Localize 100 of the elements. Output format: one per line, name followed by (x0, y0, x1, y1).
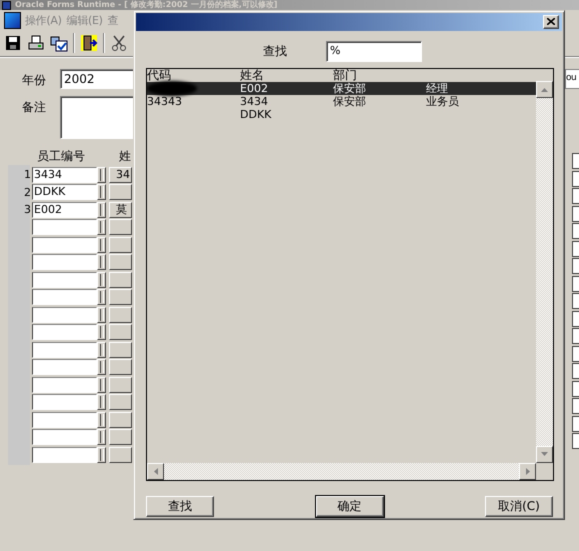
list-button[interactable] (97, 289, 106, 305)
text-field[interactable] (572, 433, 579, 449)
employee-id-field[interactable] (32, 394, 97, 410)
text-field[interactable] (572, 188, 579, 204)
scroll-left-button[interactable] (147, 462, 164, 480)
name-field[interactable] (109, 376, 132, 392)
list-row[interactable]: E002 保安部 经理 (147, 82, 536, 96)
employee-id-field[interactable] (32, 359, 97, 375)
employee-id-field[interactable] (32, 324, 97, 340)
list-button[interactable] (97, 202, 106, 218)
column-header: 姓 (119, 148, 131, 164)
name-field[interactable] (109, 412, 132, 428)
scroll-down-button[interactable] (536, 446, 553, 463)
text-field[interactable] (572, 153, 579, 169)
employee-id-field[interactable] (32, 306, 97, 322)
text-field[interactable] (572, 170, 579, 186)
employee-id-field[interactable] (32, 446, 97, 462)
name-field[interactable] (109, 254, 132, 270)
list-button[interactable] (97, 184, 106, 200)
name-field[interactable] (109, 446, 132, 462)
text-field[interactable] (572, 346, 579, 362)
text-field[interactable] (572, 398, 579, 414)
text-field[interactable] (572, 293, 579, 309)
app-icon (2, 0, 11, 10)
name-field[interactable] (109, 359, 132, 375)
employee-id-field[interactable] (32, 272, 97, 288)
name-field[interactable] (109, 306, 132, 322)
down-arrow-icon (541, 452, 548, 456)
checklist-icon[interactable] (50, 34, 68, 52)
employee-id-field[interactable] (32, 429, 97, 445)
list-button[interactable] (97, 446, 106, 462)
list-button[interactable] (97, 324, 106, 340)
name-field[interactable] (109, 219, 132, 235)
row-number: 1 (23, 168, 32, 181)
name-field[interactable] (109, 184, 132, 200)
name-field[interactable] (109, 289, 132, 305)
text-field[interactable] (572, 258, 579, 274)
dialog-button[interactable]: 确定 (316, 496, 384, 517)
list-row[interactable]: DDKK (147, 108, 536, 122)
employee-id-field[interactable] (32, 219, 97, 235)
text-field[interactable] (572, 363, 579, 379)
list-button[interactable] (97, 359, 106, 375)
dialog-button[interactable]: 取消(C) (485, 496, 553, 517)
list-button[interactable] (97, 166, 106, 182)
employee-id-field[interactable] (32, 236, 97, 252)
exit-door-icon[interactable] (80, 34, 98, 52)
column-header: 姓名 (240, 69, 265, 82)
employee-id-field[interactable] (32, 289, 97, 305)
name-field[interactable] (109, 324, 132, 340)
employee-id-field[interactable]: E002 (32, 202, 97, 218)
text-field[interactable] (572, 240, 579, 256)
list-button[interactable] (97, 306, 106, 322)
name-field[interactable] (109, 394, 132, 410)
list-button[interactable] (97, 254, 106, 270)
list-button[interactable] (97, 236, 106, 252)
field-label: 备注 (21, 99, 47, 116)
app-icon (4, 12, 21, 28)
name-field[interactable] (109, 429, 132, 445)
list-cell-text: 保安部 (333, 82, 367, 96)
name-field[interactable]: 34 (109, 166, 132, 182)
dialog-button[interactable]: 查找 (146, 496, 214, 517)
list-cell-text: 3434 (240, 95, 269, 108)
name-field[interactable] (109, 236, 132, 252)
vertical-scrollbar[interactable] (536, 81, 553, 463)
employee-id-field[interactable]: DDKK (32, 184, 97, 200)
name-field[interactable] (109, 272, 132, 288)
field-label: 年份 (21, 72, 47, 89)
employee-id-field[interactable] (32, 376, 97, 392)
text-field[interactable] (572, 223, 579, 239)
name-field[interactable] (109, 342, 132, 358)
list-button[interactable] (97, 272, 106, 288)
text-field[interactable] (572, 380, 579, 396)
text-field[interactable]: ou (565, 69, 579, 89)
employee-id-field[interactable] (32, 254, 97, 270)
save-icon[interactable] (4, 34, 22, 52)
close-button[interactable] (543, 14, 559, 29)
text-field[interactable] (572, 328, 579, 344)
employee-id-field[interactable]: 3434 (32, 166, 97, 182)
scroll-right-button[interactable] (519, 462, 536, 480)
employee-id-field[interactable] (32, 342, 97, 358)
column-header: 员工编号 (37, 148, 86, 164)
horizontal-scrollbar[interactable] (147, 462, 536, 480)
text-field[interactable] (572, 276, 579, 292)
scissors-icon[interactable] (110, 34, 128, 52)
list-button[interactable] (97, 376, 106, 392)
list-button[interactable] (97, 429, 106, 445)
text-field[interactable] (572, 416, 579, 432)
list-button[interactable] (97, 394, 106, 410)
search-field[interactable]: % (326, 40, 422, 62)
list-button[interactable] (97, 412, 106, 428)
printer-icon[interactable] (27, 34, 45, 52)
list-button[interactable] (97, 219, 106, 235)
list-button[interactable] (97, 342, 106, 358)
list-row[interactable]: 34343 3434 保安部 业务员 (147, 95, 536, 108)
row-number: 3 (23, 203, 32, 216)
name-field[interactable]: 莫 (109, 202, 132, 218)
employee-id-field[interactable] (32, 412, 97, 428)
scroll-up-button[interactable] (536, 81, 553, 98)
text-field[interactable] (572, 310, 579, 326)
text-field[interactable] (572, 206, 579, 222)
